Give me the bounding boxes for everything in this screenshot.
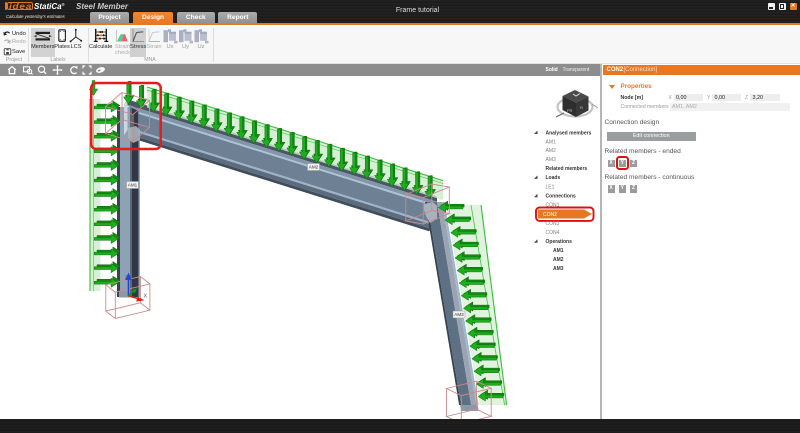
svg-text:AM1: AM1 bbox=[128, 183, 138, 188]
svg-text:CON4: CON4 bbox=[546, 230, 560, 236]
svg-text:AM2: AM2 bbox=[553, 257, 564, 263]
svg-text:AM3: AM3 bbox=[553, 266, 564, 272]
svg-text:Z: Z bbox=[125, 275, 128, 280]
svg-text:FR: FR bbox=[567, 108, 572, 113]
svg-text:AM3: AM3 bbox=[546, 157, 557, 163]
svg-text:CON2: CON2 bbox=[543, 212, 557, 218]
svg-text:AM1: AM1 bbox=[546, 139, 557, 145]
svg-text:Operations: Operations bbox=[546, 239, 573, 245]
svg-text:AM1: AM1 bbox=[553, 248, 564, 254]
svg-text:Connections: Connections bbox=[546, 194, 576, 200]
svg-text:X: X bbox=[144, 294, 148, 300]
svg-text:CON3: CON3 bbox=[546, 221, 560, 227]
svg-text:R: R bbox=[580, 105, 583, 110]
svg-text:LE1: LE1 bbox=[546, 184, 555, 190]
svg-text:Loads: Loads bbox=[546, 175, 561, 181]
svg-text:Analysed members: Analysed members bbox=[546, 130, 592, 136]
svg-text:AM3: AM3 bbox=[454, 312, 464, 317]
svg-text:AM2: AM2 bbox=[546, 148, 557, 154]
svg-text:AM2: AM2 bbox=[309, 165, 319, 170]
svg-text:Related members: Related members bbox=[546, 166, 588, 172]
